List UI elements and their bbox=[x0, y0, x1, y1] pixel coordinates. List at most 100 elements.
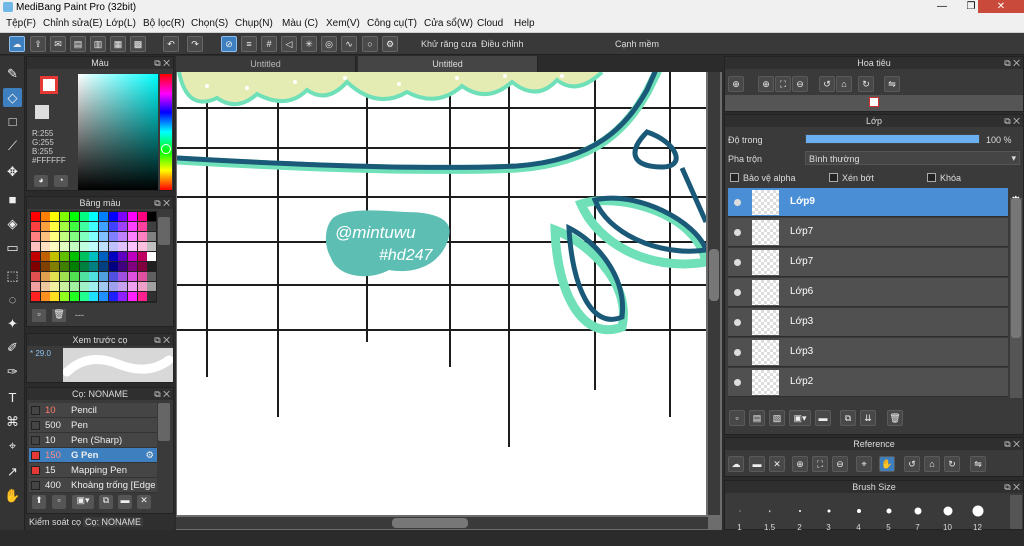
color-swatch[interactable] bbox=[69, 272, 79, 281]
rotate-right-icon[interactable]: ↻ bbox=[858, 76, 874, 92]
brush-size-3[interactable]: 3 bbox=[814, 497, 843, 532]
panel-float-close-icon[interactable]: ⧉ ✕ bbox=[1004, 57, 1020, 69]
layer-scrollbar[interactable] bbox=[1010, 198, 1022, 398]
color-swatch[interactable] bbox=[98, 262, 108, 271]
flip-icon[interactable]: ⇋ bbox=[884, 76, 900, 92]
v-scroll-thumb[interactable] bbox=[709, 249, 719, 301]
color-swatch[interactable] bbox=[147, 212, 157, 221]
color-swatch[interactable] bbox=[79, 222, 89, 231]
lock-checkbox[interactable] bbox=[927, 173, 936, 182]
color-swatch[interactable] bbox=[108, 272, 118, 281]
protect-alpha-checkbox[interactable] bbox=[730, 173, 739, 182]
transparent-color[interactable] bbox=[35, 105, 49, 119]
color-swatch[interactable] bbox=[89, 252, 99, 261]
layer-row[interactable]: Lớp2 bbox=[728, 368, 1008, 397]
color-swatch[interactable] bbox=[137, 242, 147, 251]
circle-snap-icon[interactable]: ◎ bbox=[321, 36, 337, 52]
color-swatch[interactable] bbox=[137, 272, 147, 281]
no-snap-icon[interactable]: ⊘ bbox=[221, 36, 237, 52]
color-swatch[interactable] bbox=[118, 232, 128, 241]
color-swatch[interactable] bbox=[128, 212, 137, 221]
panel-float-close-icon[interactable]: ⧉ ✕ bbox=[1004, 115, 1020, 127]
new-swatch-icon[interactable]: ▫ bbox=[32, 309, 46, 322]
brush-item-pen[interactable]: 500 Pen bbox=[29, 418, 157, 433]
color-swatch[interactable] bbox=[118, 292, 128, 301]
menu-cloud[interactable]: Cloud bbox=[477, 18, 503, 29]
brush-size-1[interactable]: 1 bbox=[725, 497, 754, 532]
navigator-preview[interactable] bbox=[725, 95, 1023, 111]
brush-size-5[interactable]: 5 bbox=[874, 497, 903, 532]
brush-item-g-pen[interactable]: 150 G Pen ⚙ bbox=[29, 448, 157, 463]
color-swatch[interactable] bbox=[147, 252, 157, 261]
color-swatch[interactable] bbox=[79, 292, 89, 301]
color-swatch[interactable] bbox=[31, 262, 40, 271]
color-swatch[interactable] bbox=[50, 222, 60, 231]
color-swatch[interactable] bbox=[60, 212, 70, 221]
fit-icon[interactable]: ⛶ bbox=[775, 76, 791, 92]
eyedropper-tool-icon[interactable]: ⌖ bbox=[3, 436, 22, 455]
foreground-color[interactable] bbox=[40, 76, 58, 94]
color-swatch[interactable] bbox=[108, 242, 118, 251]
color-swatch[interactable] bbox=[69, 232, 79, 241]
grid-list-icon[interactable]: ▦ bbox=[110, 36, 126, 52]
menu-tools[interactable]: Công cụ(T) bbox=[367, 18, 417, 29]
zoom-in-icon[interactable]: ⊕ bbox=[792, 456, 808, 472]
brush-size-7[interactable]: 7 bbox=[903, 497, 932, 532]
color-swatch[interactable] bbox=[147, 272, 157, 281]
lasso-tool-icon[interactable]: ◌ bbox=[3, 290, 22, 309]
tab-document-2[interactable]: Untitled bbox=[358, 56, 538, 72]
color-swatch[interactable] bbox=[108, 252, 118, 261]
color-swatch[interactable] bbox=[60, 252, 70, 261]
swatch-scrollbar[interactable] bbox=[158, 217, 170, 245]
brush-size-4[interactable]: 4 bbox=[844, 497, 873, 532]
color-swatch[interactable] bbox=[60, 262, 70, 271]
share-icon[interactable]: ⇪ bbox=[30, 36, 46, 52]
grid-snap-icon[interactable]: # bbox=[261, 36, 277, 52]
color-swatch[interactable] bbox=[118, 212, 128, 221]
layer-row[interactable]: Lớp7 bbox=[728, 248, 1008, 277]
zoom-in-icon[interactable]: ⊕ bbox=[758, 76, 774, 92]
color-swatch[interactable] bbox=[147, 282, 157, 291]
visibility-icon[interactable] bbox=[734, 379, 741, 386]
color-swatch[interactable] bbox=[147, 232, 157, 241]
layer-row[interactable]: Lớp6 bbox=[728, 278, 1008, 307]
hue-handle[interactable] bbox=[161, 144, 171, 154]
color-swatch[interactable] bbox=[40, 262, 50, 271]
color-swatch[interactable] bbox=[60, 232, 70, 241]
curve-snap-icon[interactable]: ∿ bbox=[341, 36, 357, 52]
fill-rect-tool-icon[interactable]: ■ bbox=[3, 190, 22, 209]
brush-item-mapping-pen[interactable]: 15 Mapping Pen bbox=[29, 463, 157, 478]
panel-float-close-icon[interactable]: ⧉ ✕ bbox=[154, 334, 170, 346]
visibility-icon[interactable] bbox=[734, 319, 741, 326]
brush-delete-icon[interactable]: ✕ bbox=[137, 495, 151, 509]
brush-add-icon[interactable]: ⬆ bbox=[32, 495, 46, 509]
tab-document-1[interactable]: Untitled bbox=[176, 56, 356, 72]
color-swatch[interactable] bbox=[50, 242, 60, 251]
menu-help[interactable]: Help bbox=[514, 18, 535, 29]
color-swatch[interactable] bbox=[79, 252, 89, 261]
color-swatch[interactable] bbox=[118, 222, 128, 231]
tab-brush-noname[interactable]: Cọ: NONAME bbox=[83, 517, 144, 527]
color-swatch[interactable] bbox=[60, 222, 70, 231]
color-swatch[interactable] bbox=[108, 292, 118, 301]
saturation-value-picker[interactable] bbox=[78, 74, 158, 190]
color-swatch[interactable] bbox=[31, 212, 40, 221]
color-swatch[interactable] bbox=[69, 262, 79, 271]
color-swatch[interactable] bbox=[89, 232, 99, 241]
panel-float-close-icon[interactable]: ⧉ ✕ bbox=[154, 388, 170, 400]
opacity-slider[interactable] bbox=[805, 134, 980, 144]
menu-color[interactable]: Màu (C) bbox=[282, 18, 318, 29]
move-tool-icon[interactable]: ✥ bbox=[3, 162, 22, 181]
color-swatch[interactable] bbox=[60, 272, 70, 281]
color-swatch[interactable] bbox=[137, 222, 147, 231]
close-button[interactable]: ✕ bbox=[978, 0, 1024, 13]
color-swatch[interactable] bbox=[69, 292, 79, 301]
color-swatch[interactable] bbox=[128, 292, 137, 301]
flip-icon[interactable]: ⇋ bbox=[970, 456, 986, 472]
color-swatch[interactable] bbox=[118, 282, 128, 291]
color-swatch[interactable] bbox=[69, 212, 79, 221]
color-swatch[interactable] bbox=[118, 252, 128, 261]
color-swatch[interactable] bbox=[50, 252, 60, 261]
brush-list-scrollbar[interactable] bbox=[158, 403, 170, 441]
brush-size-scrollbar[interactable] bbox=[1010, 495, 1022, 529]
